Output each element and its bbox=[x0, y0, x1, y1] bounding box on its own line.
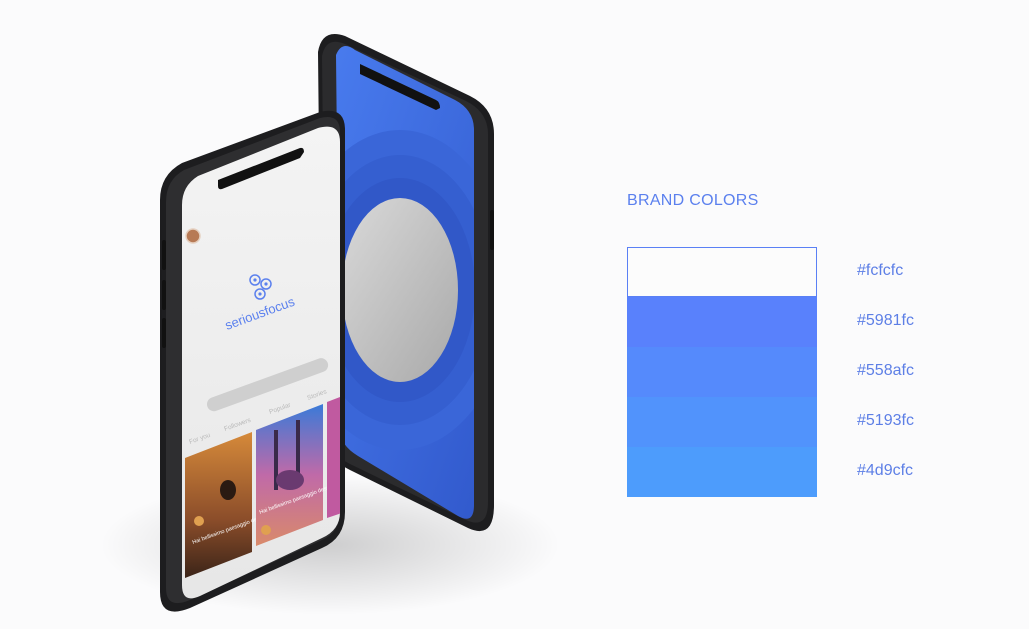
hex-code-label: #558afc bbox=[857, 362, 914, 379]
author-avatar bbox=[261, 525, 271, 535]
mockup-stage: seriousfocus For you Followers Popular S… bbox=[0, 0, 1029, 629]
avatar[interactable] bbox=[185, 228, 201, 244]
hex-code-label: #5981fc bbox=[857, 312, 914, 329]
color-swatch bbox=[627, 397, 817, 447]
color-swatch bbox=[627, 447, 817, 497]
grey-disc bbox=[342, 198, 458, 382]
color-swatch bbox=[627, 347, 817, 397]
brand-colors-heading: BRAND COLORS bbox=[627, 192, 759, 209]
volume-button bbox=[162, 240, 166, 270]
swatch-stack bbox=[627, 247, 817, 497]
hex-code-label: #fcfcfc bbox=[857, 262, 904, 279]
volume-button bbox=[162, 318, 166, 348]
hex-code-label: #5193fc bbox=[857, 412, 914, 429]
phone-mockup-illustration: seriousfocus For you Followers Popular S… bbox=[100, 34, 560, 615]
front-phone: seriousfocus For you Followers Popular S… bbox=[160, 110, 345, 612]
color-swatch bbox=[627, 297, 817, 347]
side-button bbox=[490, 210, 494, 250]
color-swatch bbox=[627, 247, 817, 297]
volume-button bbox=[162, 280, 166, 310]
author-avatar bbox=[194, 516, 204, 526]
hex-code-label: #4d9cfc bbox=[857, 462, 914, 479]
